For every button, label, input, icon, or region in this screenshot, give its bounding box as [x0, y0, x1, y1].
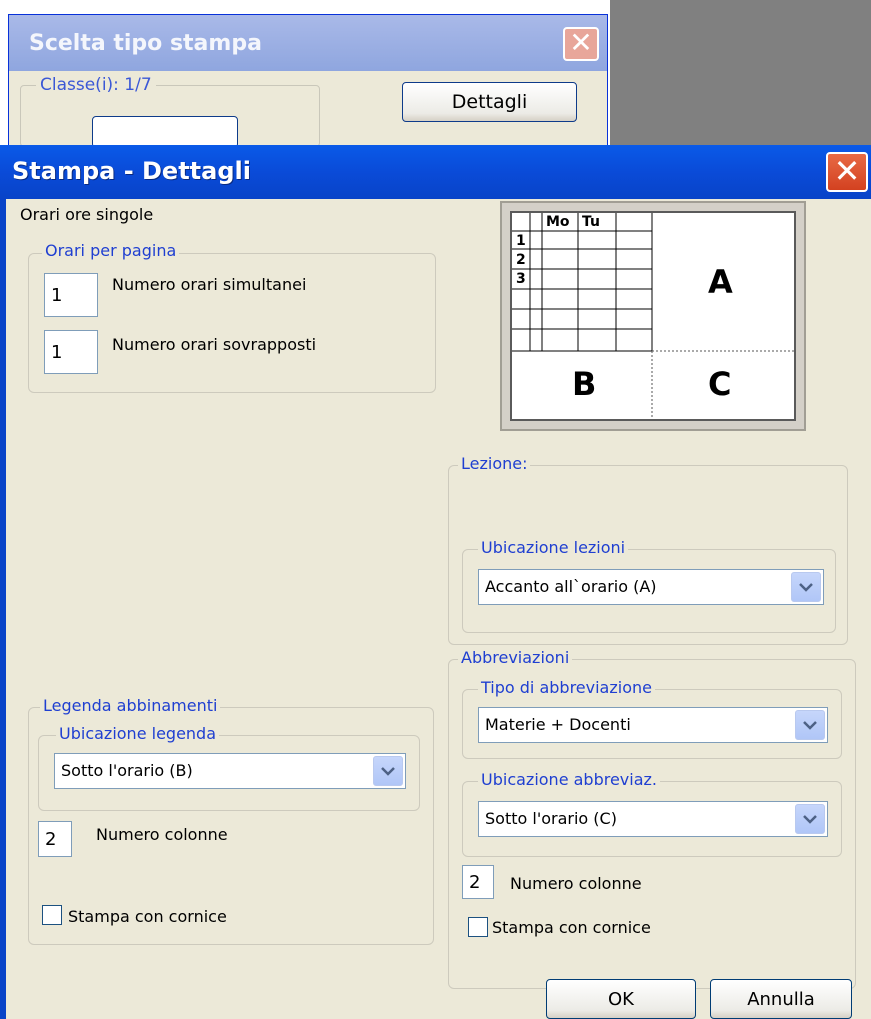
abbrev-colonne-label: Numero colonne: [510, 874, 642, 893]
close-icon[interactable]: ✕: [826, 152, 868, 192]
legenda-abbinamenti-label: Legenda abbinamenti: [40, 696, 221, 715]
preview-row-2: 2: [516, 252, 526, 268]
section-label: Orari ore singole: [20, 205, 154, 224]
simultanei-input[interactable]: 1: [44, 273, 98, 317]
simultanei-label: Numero orari simultanei: [112, 275, 307, 294]
sovrapposti-label: Numero orari sovrapposti: [112, 335, 317, 354]
back-window-close-icon[interactable]: ✕: [563, 27, 599, 61]
abbrev-colonne-input[interactable]: 2: [462, 865, 494, 899]
legenda-colonne-label: Numero colonne: [96, 825, 228, 844]
dialog-titlebar: Stampa - Dettagli ✕: [0, 145, 871, 199]
dialog-title: Stampa - Dettagli: [12, 157, 251, 185]
abbrev-cornice-checkbox[interactable]: [468, 917, 488, 937]
preview-grid-lines: [512, 213, 794, 419]
sovrapposti-input[interactable]: 1: [44, 330, 98, 374]
stampa-dettagli-dialog: Stampa - Dettagli ✕ Orari ore singole Or…: [0, 145, 871, 1019]
back-window-title: Scelta tipo stampa: [29, 30, 262, 56]
classe-select-button[interactable]: [92, 116, 238, 148]
ubicazione-lezioni-dropdown[interactable]: Accanto all`orario (A): [478, 569, 824, 605]
preview-row-1: 1: [516, 233, 526, 249]
tipo-abbreviazione-label: Tipo di abbreviazione: [478, 678, 655, 697]
preview-area-b: B: [572, 365, 597, 403]
preview-page: Mo Tu 1 2 3 A B C: [510, 211, 796, 421]
ubicazione-lezioni-value: Accanto all`orario (A): [485, 577, 657, 596]
chevron-down-icon[interactable]: [795, 710, 825, 740]
layout-preview: Mo Tu 1 2 3 A B C: [500, 201, 806, 431]
preview-row-3: 3: [516, 271, 526, 287]
ubicazione-abbreviaz-dropdown[interactable]: Sotto l'orario (C): [478, 801, 828, 837]
orari-per-pagina-label: Orari per pagina: [42, 241, 180, 260]
preview-col-mo: Mo: [546, 214, 570, 230]
legenda-cornice-checkbox[interactable]: [42, 905, 62, 925]
tipo-abbreviazione-value: Materie + Docenti: [485, 715, 631, 734]
preview-area-a: A: [708, 263, 733, 301]
dettagli-button[interactable]: Dettagli: [402, 82, 577, 122]
legenda-cornice-label: Stampa con cornice: [68, 907, 227, 926]
ubicazione-legenda-dropdown[interactable]: Sotto l'orario (B): [54, 753, 406, 789]
abbreviazioni-label: Abbreviazioni: [458, 648, 573, 667]
ok-button[interactable]: OK: [546, 979, 696, 1019]
ubicazione-abbreviaz-label: Ubicazione abbreviaz.: [478, 770, 661, 789]
chevron-down-icon[interactable]: [791, 572, 821, 602]
abbrev-cornice-label: Stampa con cornice: [492, 918, 651, 937]
chevron-down-icon[interactable]: [795, 804, 825, 834]
classe-group-label: Classe(i): 1/7: [36, 75, 156, 95]
lezione-label: Lezione:: [458, 454, 531, 473]
ubicazione-legenda-label: Ubicazione legenda: [56, 724, 220, 743]
cancel-button[interactable]: Annulla: [710, 979, 852, 1019]
back-window-titlebar: Scelta tipo stampa ✕: [9, 15, 607, 71]
legenda-colonne-input[interactable]: 2: [38, 821, 72, 857]
preview-area-c: C: [708, 365, 732, 403]
ubicazione-lezioni-label: Ubicazione lezioni: [478, 538, 629, 557]
background-area: [610, 0, 871, 145]
ubicazione-abbreviaz-value: Sotto l'orario (C): [485, 809, 617, 828]
chevron-down-icon[interactable]: [373, 756, 403, 786]
tipo-abbreviazione-dropdown[interactable]: Materie + Docenti: [478, 707, 828, 743]
window-border: [0, 199, 6, 1019]
preview-col-tu: Tu: [582, 214, 600, 230]
ubicazione-legenda-value: Sotto l'orario (B): [61, 761, 193, 780]
